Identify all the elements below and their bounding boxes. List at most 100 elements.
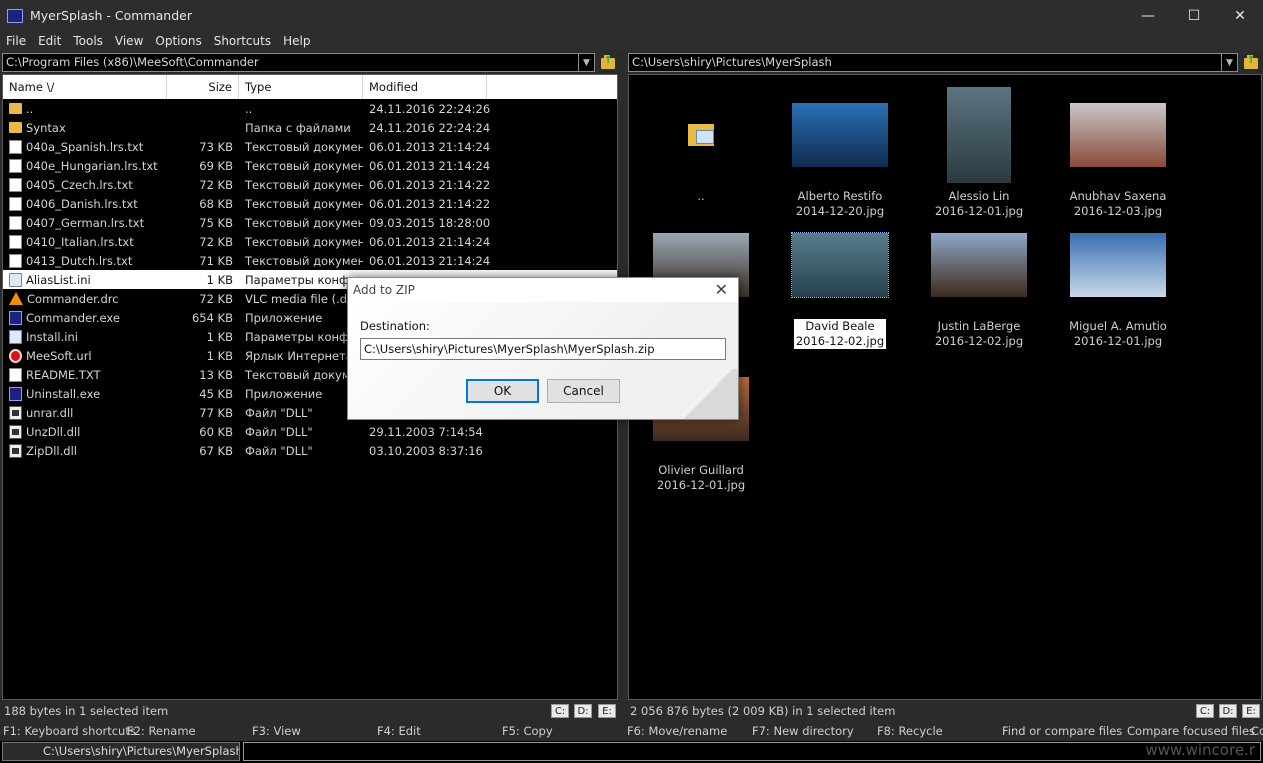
file-size: 72 KB (199, 177, 233, 192)
minimize-icon[interactable]: — (1125, 0, 1171, 31)
maximize-icon[interactable]: ☐ (1171, 0, 1217, 31)
col-modified-header[interactable]: Modified (363, 75, 487, 99)
dialog-close-icon[interactable]: ✕ (715, 280, 728, 299)
file-name: Commander.drc (27, 291, 119, 306)
thumbnail-file: 2016-12-01.jpg (934, 204, 1024, 218)
right-path-dropdown-icon[interactable]: ▼ (1221, 53, 1238, 72)
file-name-cell: 0405_Czech.lrs.txt (3, 177, 167, 192)
menu-file[interactable]: File (0, 34, 32, 48)
fkey-f6[interactable]: F6: Move/rename (627, 724, 727, 738)
thumbnail-item[interactable]: Alberto Restifo 2014-12-20.jpg (776, 87, 904, 219)
file-type: .. (245, 101, 253, 116)
thumbnail-item[interactable]: .. (637, 87, 765, 204)
left-drive-e[interactable]: E: (598, 704, 616, 718)
close-icon[interactable]: ✕ (1217, 0, 1263, 31)
thumbnail-item[interactable]: Miguel A. Amutio 2016-12-01.jpg (1054, 217, 1182, 349)
file-type: Текстовый документ (245, 234, 363, 249)
file-type: VLC media file (.drc (245, 291, 358, 306)
file-row[interactable]: 0410_Italian.lrs.txt 72 KB Текстовый докум… (3, 232, 617, 251)
text-file-icon (9, 177, 22, 192)
folder-icon (9, 122, 22, 133)
file-row[interactable]: UnzDll.dll 60 KB Файл "DLL" 29.11.2003 7:14… (3, 422, 617, 441)
file-name: MeeSoft.url (26, 348, 92, 363)
file-name: UnzDll.dll (26, 424, 81, 439)
file-row[interactable]: 040e_Hungarian.lrs.txt 69 KB Текстовый док… (3, 156, 617, 175)
fkey-f5[interactable]: F5: Copy (502, 724, 553, 738)
cancel-button[interactable]: Cancel (547, 379, 620, 403)
col-name-header[interactable]: Name \/ (3, 75, 167, 99)
right-drive-c[interactable]: C: (1196, 704, 1214, 718)
menu-view[interactable]: View (109, 34, 149, 48)
thumbnail-name: Alberto Restifo (797, 189, 883, 203)
left-path-dropdown-icon[interactable]: ▼ (578, 53, 595, 72)
fkey-compare[interactable]: Compare focused files (1127, 724, 1255, 738)
file-name-cell: 0407_German.lrs.txt (3, 215, 167, 230)
image-thumbnail (1070, 103, 1166, 167)
right-status: 2 056 876 bytes (2 009 KB) in 1 selected… (630, 704, 896, 718)
file-size: 69 KB (199, 158, 233, 173)
file-name: Syntax (26, 120, 66, 135)
thumbnail-name: Anubhav Saxena (1069, 189, 1167, 203)
file-row[interactable]: 0405_Czech.lrs.txt 72 KB Текстовый докумен… (3, 175, 617, 194)
file-type: Параметры конфи (245, 329, 357, 344)
file-row[interactable]: 040a_Spanish.lrs.txt 73 KB Текстовый докум… (3, 137, 617, 156)
right-folder-up-icon[interactable]: ↑ (1242, 54, 1260, 72)
destination-input[interactable]: C:\Users\shiry\Pictures\MyerSplash\MyerS… (360, 338, 726, 360)
file-row[interactable]: .... 24.11.2016 22:24:26 (3, 99, 617, 118)
col-type-header[interactable]: Type (239, 75, 363, 99)
file-row[interactable]: ZipDll.dll 67 KB Файл "DLL" 03.10.2003 8:37… (3, 441, 617, 460)
right-path-input[interactable]: C:\Users\shiry\Pictures\MyerSplash (628, 53, 1222, 72)
right-drive-e[interactable]: E: (1242, 704, 1260, 718)
thumbnail-item[interactable]: Anubhav Saxena 2016-12-03.jpg (1054, 87, 1182, 219)
thumbnail-item[interactable]: Alessio Lin 2016-12-01.jpg (915, 87, 1043, 219)
window-title: MyerSplash - Commander (30, 8, 192, 23)
file-name-cell: unrar.dll (3, 405, 167, 420)
menu-edit[interactable]: Edit (32, 34, 67, 48)
dll-icon (9, 405, 22, 420)
menu-options[interactable]: Options (149, 34, 207, 48)
fkey-find[interactable]: Find or compare files (1002, 724, 1122, 738)
col-size-header[interactable]: Size (167, 75, 239, 99)
file-name-cell: 0413_Dutch.lrs.txt (3, 253, 167, 268)
fkey-f4[interactable]: F4: Edit (377, 724, 421, 738)
file-name: 0413_Dutch.lrs.txt (26, 253, 133, 268)
file-size: 72 KB (199, 291, 233, 306)
left-drive-d[interactable]: D: (574, 704, 592, 718)
file-name-cell: Commander.exe (3, 310, 167, 325)
left-drive-c[interactable]: C: (551, 704, 569, 718)
file-type: Приложение (245, 310, 323, 325)
fkey-f8[interactable]: F8: Recycle (877, 724, 943, 738)
command-input[interactable] (243, 742, 1261, 761)
file-row[interactable]: 0413_Dutch.lrs.txt 71 KB Текстовый докумен… (3, 251, 617, 270)
ini-file-icon (9, 329, 22, 344)
fkey-f2[interactable]: F2: Rename (127, 724, 196, 738)
fkey-more[interactable]: Co (1251, 724, 1263, 738)
fkey-f1[interactable]: F1: Keyboard shortcuts (3, 724, 136, 738)
thumbnail-file: 2016-12-01.jpg (1073, 334, 1163, 348)
fkey-f3[interactable]: F3: View (252, 724, 301, 738)
file-name-cell: Commander.drc (3, 292, 167, 306)
file-row[interactable]: 0406_Danish.lrs.txt 68 KB Текстовый докуме… (3, 194, 617, 213)
fkey-f7[interactable]: F7: New directory (752, 724, 854, 738)
right-drive-d[interactable]: D: (1219, 704, 1237, 718)
file-name-cell: 0410_Italian.lrs.txt (3, 234, 167, 249)
file-row[interactable]: Syntax Папка с файлами 24.11.2016 22:24:24 (3, 118, 617, 137)
thumbnail-item[interactable]: Justin LaBerge 2016-12-02.jpg (915, 217, 1043, 349)
left-folder-up-icon[interactable]: ↑ (599, 54, 617, 72)
text-file-icon (9, 215, 22, 230)
text-file-icon (9, 196, 22, 211)
menu-tools[interactable]: Tools (67, 34, 109, 48)
thumbnail-item[interactable]: David Beale 2016-12-02.jpg (776, 217, 904, 349)
thumbnail-name: Olivier Guillard (658, 463, 744, 477)
file-name-cell: 040e_Hungarian.lrs.txt (3, 158, 167, 173)
file-size: 72 KB (199, 234, 233, 249)
file-type: Файл "DLL" (245, 424, 313, 439)
ok-button[interactable]: OK (466, 379, 539, 403)
left-path-input[interactable]: C:\Program Files (x86)\MeeSoft\Commander (2, 53, 580, 72)
menu-help[interactable]: Help (277, 34, 316, 48)
file-row[interactable]: 0407_German.lrs.txt 75 KB Текстовый докуме… (3, 213, 617, 232)
vlc-icon (9, 292, 23, 305)
menu-shortcuts[interactable]: Shortcuts (208, 34, 277, 48)
file-name-cell: UnzDll.dll (3, 424, 167, 439)
thumbnail-label: Anubhav Saxena 2016-12-03.jpg (1054, 189, 1182, 219)
